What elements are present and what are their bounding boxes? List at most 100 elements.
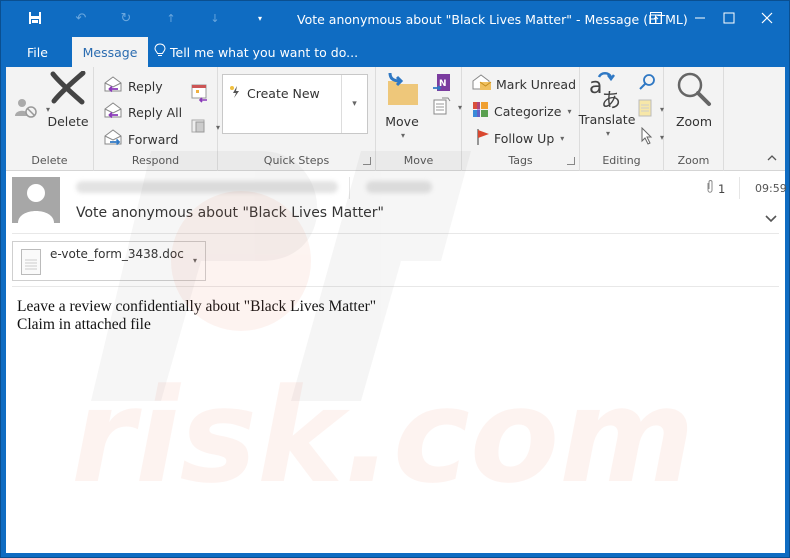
group-label-respond: Respond <box>131 154 180 167</box>
related-button[interactable]: ▾ <box>638 99 664 120</box>
chevron-down-icon: ▾ <box>560 134 565 143</box>
attachment-count: 1 <box>706 180 725 197</box>
mark-unread-icon <box>472 74 492 94</box>
message-time: 09:59 <box>755 182 787 195</box>
ribbon-group-move: Move ▾ N ▾ Move <box>376 67 462 171</box>
follow-up-button[interactable]: Follow Up ▾ <box>476 128 564 149</box>
delete-x-icon <box>50 70 86 108</box>
header-divider <box>349 177 350 199</box>
redo-icon[interactable]: ↻ <box>118 10 134 26</box>
ignore-button[interactable]: ▾ <box>14 97 50 122</box>
up-arrow-icon[interactable]: ↑ <box>163 10 179 26</box>
message-body: Leave a review confidentially about "Bla… <box>17 298 376 334</box>
translate-icon: aあ <box>587 71 627 112</box>
delete-label: Delete <box>47 114 89 129</box>
select-button[interactable]: ▾ <box>640 126 664 148</box>
ribbon-group-quick-steps: Create New ▾ Quick Steps <box>218 67 376 171</box>
categorize-icon <box>472 101 490 121</box>
related-document-icon <box>638 99 654 120</box>
paperclip-icon <box>706 180 714 197</box>
sender-avatar <box>12 177 60 223</box>
close-button[interactable] <box>752 7 782 29</box>
customize-qat-icon[interactable]: ▾ <box>252 10 268 26</box>
maximize-button[interactable] <box>714 7 744 29</box>
cursor-icon <box>640 126 654 148</box>
move-button[interactable]: Move ▾ <box>382 71 422 140</box>
more-respond-button[interactable]: ▾ <box>190 117 220 138</box>
ribbon-group-zoom: Zoom Zoom <box>664 67 724 171</box>
ribbon-group-editing: aあ Translate ▾ ▾ ▾ Editing <box>579 67 664 171</box>
minimize-button[interactable] <box>685 7 715 29</box>
follow-up-label: Follow Up <box>494 131 555 146</box>
ignore-icon <box>14 97 40 122</box>
reply-all-button[interactable]: Reply All <box>104 102 182 122</box>
zoom-label: Zoom <box>675 114 713 129</box>
group-label-editing: Editing <box>602 154 641 167</box>
svg-text:あ: あ <box>601 88 621 109</box>
reading-pane: Vote anonymous about "Black Lives Matter… <box>6 171 787 553</box>
categorize-button[interactable]: Categorize ▾ <box>472 101 571 121</box>
save-icon[interactable] <box>27 10 43 26</box>
undo-icon[interactable]: ↶ <box>73 10 89 26</box>
ribbon-tab-row: File Message Tell me what you want to do… <box>1 37 789 67</box>
group-label-tags: Tags <box>508 154 533 167</box>
tell-me-text: Tell me what you want to do... <box>170 44 359 60</box>
outlook-message-window: ↶ ↻ ↑ ↓ ▾ Vote anonymous about "Black Li… <box>0 0 790 558</box>
chevron-down-icon: ▾ <box>605 129 610 138</box>
document-icon <box>21 249 41 275</box>
calendar-reply-icon <box>190 83 210 106</box>
recipient-redacted <box>366 181 432 193</box>
forward-label: Forward <box>128 131 179 147</box>
reply-icon <box>104 76 124 96</box>
quick-steps-expand-button[interactable]: ▾ <box>341 75 367 133</box>
group-label-quick-steps: Quick Steps <box>263 154 330 167</box>
ribbon-group-delete: ▾ Delete Delete <box>6 67 94 171</box>
delete-button[interactable]: Delete <box>47 70 89 129</box>
forward-button[interactable]: Forward <box>104 129 178 149</box>
categorize-label: Categorize <box>494 103 562 119</box>
reply-button[interactable]: Reply <box>104 76 163 96</box>
lightning-icon <box>229 85 241 102</box>
expand-header-icon[interactable] <box>765 211 777 227</box>
dialog-launcher-icon[interactable] <box>363 157 371 165</box>
group-label-zoom: Zoom <box>677 154 710 167</box>
magnifier-icon <box>676 71 712 110</box>
attachment-menu-chevron-icon[interactable]: ▾ <box>193 256 197 265</box>
mark-unread-label: Mark Unread <box>496 76 577 92</box>
mark-unread-button[interactable]: Mark Unread <box>472 74 576 94</box>
attachment-name: e-vote_form_3438.doc <box>50 247 184 261</box>
attachment-item[interactable]: e-vote_form_3438.doc ▾ <box>12 241 206 281</box>
header-divider <box>739 177 740 199</box>
ribbon-display-options-icon[interactable] <box>641 7 671 29</box>
header-separator <box>12 233 779 234</box>
more-respond-icon <box>190 117 210 138</box>
ribbon-group-tags: Mark Unread Categorize ▾ Follow Up ▾ Tag… <box>462 67 580 171</box>
body-separator <box>12 286 779 287</box>
ribbon: ▾ Delete Delete Reply Reply All Forward … <box>6 67 785 171</box>
dialog-launcher-icon[interactable] <box>567 157 575 165</box>
tell-me-search[interactable]: Tell me what you want to do... <box>154 37 358 67</box>
zoom-button[interactable]: Zoom <box>670 71 718 129</box>
forward-icon <box>104 129 124 149</box>
group-label-move: Move <box>403 154 434 167</box>
tab-message[interactable]: Message <box>72 37 148 67</box>
chevron-down-icon: ▾ <box>567 106 572 116</box>
meeting-reply-button[interactable] <box>190 83 210 106</box>
down-arrow-icon[interactable]: ↓ <box>207 10 223 26</box>
find-button[interactable] <box>638 73 656 94</box>
actions-button[interactable]: ▾ <box>432 97 462 118</box>
collapse-ribbon-icon[interactable] <box>767 151 777 164</box>
actions-icon <box>432 97 452 118</box>
message-subject: Vote anonymous about "Black Lives Matter… <box>76 205 384 221</box>
create-new-label: Create New <box>247 86 320 101</box>
onenote-icon: N <box>432 73 452 96</box>
attachment-count-value: 1 <box>718 181 726 196</box>
onenote-button[interactable]: N <box>432 73 452 96</box>
body-line: Leave a review confidentially about "Bla… <box>17 298 377 315</box>
translate-button[interactable]: aあ Translate ▾ <box>579 71 635 138</box>
quick-step-create-new[interactable]: Create New <box>229 85 320 102</box>
tab-file[interactable]: File <box>27 37 48 67</box>
title-bar: ↶ ↻ ↑ ↓ ▾ Vote anonymous about "Black Li… <box>1 1 789 37</box>
move-folder-icon <box>384 71 420 110</box>
body-line: Claim in attached file <box>17 316 151 333</box>
